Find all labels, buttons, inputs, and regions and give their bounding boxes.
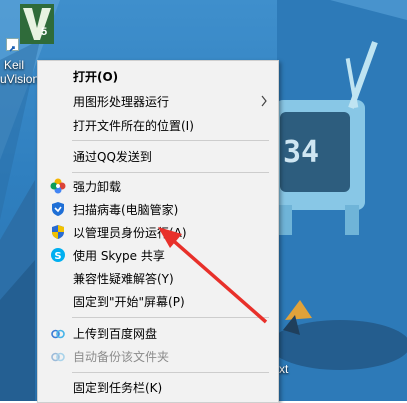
- shield-icon: [52, 202, 64, 216]
- menu-item-label: 自动备份该文件夹: [73, 350, 170, 364]
- menu-item-label: 打开(O): [73, 70, 119, 84]
- chevron-right-icon: [261, 95, 267, 107]
- menu-item-scan-virus[interactable]: 扫描病毒(电脑管家): [38, 198, 278, 220]
- menu-item-run-as-admin[interactable]: 以管理员身份运行(A): [38, 221, 278, 243]
- menu-item-label: 用图形处理器运行: [73, 95, 170, 109]
- menu-item-label: 使用 Skype 共享: [73, 249, 165, 263]
- shortcut-label-line2: uVision: [0, 72, 40, 86]
- baidu-cloud-icon: [51, 352, 65, 362]
- menu-item-label: 兼容性疑难解答(Y): [73, 272, 174, 286]
- menu-item-pin-to-start[interactable]: 固定到"开始"屏幕(P): [38, 290, 278, 312]
- menu-item-auto-backup: 自动备份该文件夹: [38, 345, 278, 367]
- menu-separator: [72, 140, 269, 141]
- menu-item-open[interactable]: 打开(O): [38, 65, 278, 87]
- baidu-cloud-icon: [51, 329, 65, 339]
- uac-shield-icon: [52, 225, 64, 239]
- menu-item-run-with-gpu[interactable]: 用图形处理器运行: [38, 90, 278, 112]
- menu-item-label: 固定到"开始"屏幕(P): [73, 295, 185, 309]
- shortcut-label: Keil uVision: [0, 58, 40, 86]
- shortcut-arrow-icon: [6, 38, 19, 52]
- menu-item-share-skype[interactable]: S 使用 Skype 共享: [38, 244, 278, 266]
- partial-desktop-label: xt: [279, 362, 289, 376]
- menu-separator: [72, 372, 269, 373]
- menu-item-force-uninstall[interactable]: 强力卸载: [38, 175, 278, 197]
- menu-item-open-file-location[interactable]: 打开文件所在的位置(I): [38, 114, 278, 136]
- menu-item-label: 强力卸载: [73, 180, 122, 194]
- menu-item-upload-baidu[interactable]: 上传到百度网盘: [38, 322, 278, 344]
- menu-item-label: 通过QQ发送到: [73, 150, 152, 164]
- tv-screen-digits: 34: [283, 135, 320, 170]
- shortcut-label-line1: Keil: [4, 58, 25, 72]
- context-menu: 打开(O) 用图形处理器运行 打开文件所在的位置(I) 通过QQ发送到 强力卸载…: [37, 60, 279, 403]
- menu-item-label: 打开文件所在的位置(I): [73, 119, 194, 133]
- keil-logo-icon: [20, 4, 54, 44]
- svg-text:S: S: [54, 251, 61, 262]
- menu-item-label: 扫描病毒(电脑管家): [73, 203, 179, 217]
- keil-logo-version: 5: [41, 26, 48, 38]
- menu-item-label: 以管理员身份运行(A): [73, 226, 187, 240]
- menu-separator: [72, 317, 269, 318]
- menu-item-compat-troubleshoot[interactable]: 兼容性疑难解答(Y): [38, 267, 278, 289]
- pinwheel-icon: [50, 178, 66, 194]
- menu-item-label: 上传到百度网盘: [73, 327, 158, 341]
- skype-icon: S: [51, 248, 65, 262]
- menu-separator: [72, 172, 269, 173]
- menu-item-send-via-qq[interactable]: 通过QQ发送到: [38, 145, 278, 167]
- menu-item-pin-to-taskbar[interactable]: 固定到任务栏(K): [38, 376, 278, 398]
- menu-item-label: 固定到任务栏(K): [73, 381, 163, 395]
